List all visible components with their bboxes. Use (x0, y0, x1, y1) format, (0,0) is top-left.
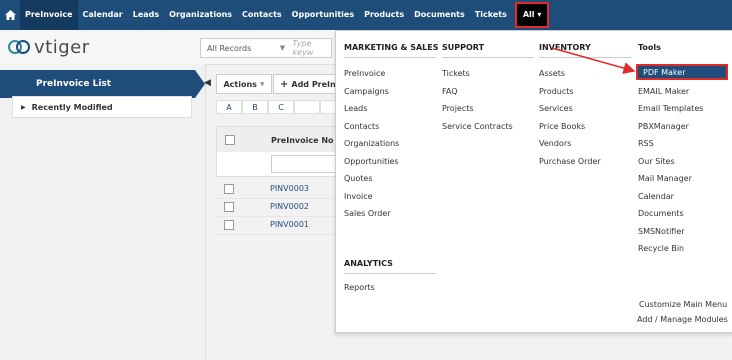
alphabet-filter-c[interactable]: C (268, 100, 294, 114)
nav-item-leads[interactable]: Leads (128, 0, 164, 30)
menu-item-smsnotifier[interactable]: SMSNotifier (638, 227, 685, 236)
menu-item-price-books[interactable]: Price Books (539, 122, 585, 131)
menu-item-email-templates[interactable]: Email Templates (638, 104, 703, 113)
menu-header-analytics: ANALYTICS (344, 259, 393, 268)
menu-item-organizations[interactable]: Organizations (344, 139, 399, 148)
alphabet-filter: A B C (216, 100, 346, 114)
menu-divider (539, 57, 631, 58)
menu-item-sales-order[interactable]: Sales Order (344, 209, 391, 218)
menu-item-service-contracts[interactable]: Service Contracts (442, 122, 513, 131)
alphabet-filter-b[interactable]: B (242, 100, 268, 114)
top-navigation-bar: PreInvoice Calendar Leads Organizations … (0, 0, 732, 30)
actions-label: Actions (223, 79, 257, 89)
nav-item-opportunities[interactable]: Opportunities (287, 0, 359, 30)
chevron-down-icon: ▾ (537, 10, 542, 19)
preinvoice-number-link[interactable]: PINV0002 (270, 202, 309, 211)
menu-item-email-maker[interactable]: EMAIL Maker (638, 87, 689, 96)
menu-item-invoice[interactable]: Invoice (344, 192, 373, 201)
row-checkbox[interactable] (224, 184, 234, 194)
nav-item-products[interactable]: Products (359, 0, 409, 30)
recently-modified-label: Recently Modified (31, 102, 113, 112)
menu-item-vendors[interactable]: Vendors (539, 139, 571, 148)
menu-item-projects[interactable]: Projects (442, 104, 474, 113)
menu-item-pdf-maker[interactable]: PDF Maker (636, 64, 728, 80)
plus-icon: + (280, 78, 289, 90)
menu-divider (344, 57, 436, 58)
vtiger-logo-icon (8, 40, 30, 54)
customize-main-menu-link[interactable]: Customize Main Menu (639, 300, 727, 309)
list-filter-row (216, 152, 348, 177)
menu-item-tickets[interactable]: Tickets (442, 69, 470, 78)
menu-item-pbxmanager[interactable]: PBXManager (638, 122, 689, 131)
logo-text: vtiger (34, 36, 90, 58)
menu-item-rss[interactable]: RSS (638, 139, 654, 148)
nav-item-contacts[interactable]: Contacts (237, 0, 287, 30)
menu-item-opportunities[interactable]: Opportunities (344, 157, 399, 166)
all-modules-menu: MARKETING & SALES SUPPORT INVENTORY Tool… (335, 30, 732, 333)
alphabet-filter-a[interactable]: A (216, 100, 242, 114)
sidebar-title-preinvoice-list[interactable]: PreInvoice List (0, 70, 205, 98)
nav-item-organizations[interactable]: Organizations (164, 0, 237, 30)
nav-item-preinvoice[interactable]: PreInvoice (20, 0, 78, 30)
actions-dropdown[interactable]: Actions ▼ (216, 74, 272, 94)
menu-item-products[interactable]: Products (539, 87, 574, 96)
list-header: PreInvoice No (216, 126, 348, 154)
menu-item-recycle-bin[interactable]: Recycle Bin (638, 244, 684, 253)
menu-item-our-sites[interactable]: Our Sites (638, 157, 675, 166)
nav-item-tickets[interactable]: Tickets (470, 0, 512, 30)
nav-item-calendar[interactable]: Calendar (78, 0, 128, 30)
caret-right-icon: ▶ (21, 103, 26, 111)
search-keyword-input[interactable]: Type keyw (293, 39, 331, 57)
menu-item-assets[interactable]: Assets (539, 69, 565, 78)
menu-header-support: SUPPORT (442, 43, 485, 52)
menu-item-preinvoice[interactable]: PreInvoice (344, 69, 385, 78)
recently-modified-toggle[interactable]: ▶ Recently Modified (12, 96, 192, 118)
records-filter-select[interactable]: All Records ▼ Type keyw (200, 38, 332, 58)
add-manage-modules-link[interactable]: Add / Manage Modules (637, 315, 728, 324)
menu-header-inventory: INVENTORY (539, 43, 591, 52)
chevron-down-icon: ▼ (279, 44, 286, 52)
nav-all-label: All (522, 10, 535, 19)
menu-item-services[interactable]: Services (539, 104, 573, 113)
column-header-preinvoice-no[interactable]: PreInvoice No (271, 136, 334, 145)
menu-item-faq[interactable]: FAQ (442, 87, 458, 96)
table-row[interactable]: PINV0003 (216, 180, 346, 199)
menu-item-reports[interactable]: Reports (344, 283, 375, 292)
nav-item-documents[interactable]: Documents (409, 0, 470, 30)
home-icon[interactable] (0, 0, 20, 30)
table-row[interactable]: PINV0001 (216, 216, 346, 235)
table-row[interactable]: PINV0002 (216, 198, 346, 217)
menu-item-leads[interactable]: Leads (344, 104, 367, 113)
menu-item-purchase-order[interactable]: Purchase Order (539, 157, 601, 166)
select-all-checkbox[interactable] (225, 135, 235, 145)
menu-item-contacts[interactable]: Contacts (344, 122, 379, 131)
preinvoice-number-link[interactable]: PINV0003 (270, 184, 309, 193)
row-checkbox[interactable] (224, 202, 234, 212)
records-selected-value: All Records (207, 43, 252, 53)
menu-item-documents[interactable]: Documents (638, 209, 684, 218)
chevron-down-icon: ▼ (259, 80, 265, 88)
menu-header-marketing-sales: MARKETING & SALES (344, 43, 439, 52)
pdf-maker-label: PDF Maker (643, 67, 686, 77)
app-logo[interactable]: vtiger (8, 36, 158, 58)
menu-item-mail-manager[interactable]: Mail Manager (638, 174, 692, 183)
menu-item-campaigns[interactable]: Campaigns (344, 87, 389, 96)
menu-divider (344, 273, 436, 274)
row-checkbox[interactable] (224, 220, 234, 230)
alphabet-filter-more[interactable] (294, 100, 320, 114)
menu-header-tools: Tools (638, 43, 661, 52)
menu-divider (442, 57, 534, 58)
menu-item-quotes[interactable]: Quotes (344, 174, 373, 183)
nav-all-menu-button[interactable]: All ▾ (514, 2, 550, 28)
preinvoice-number-link[interactable]: PINV0001 (270, 220, 309, 229)
collapse-sidebar-icon[interactable]: ◀ (204, 78, 211, 88)
menu-item-calendar[interactable]: Calendar (638, 192, 674, 201)
